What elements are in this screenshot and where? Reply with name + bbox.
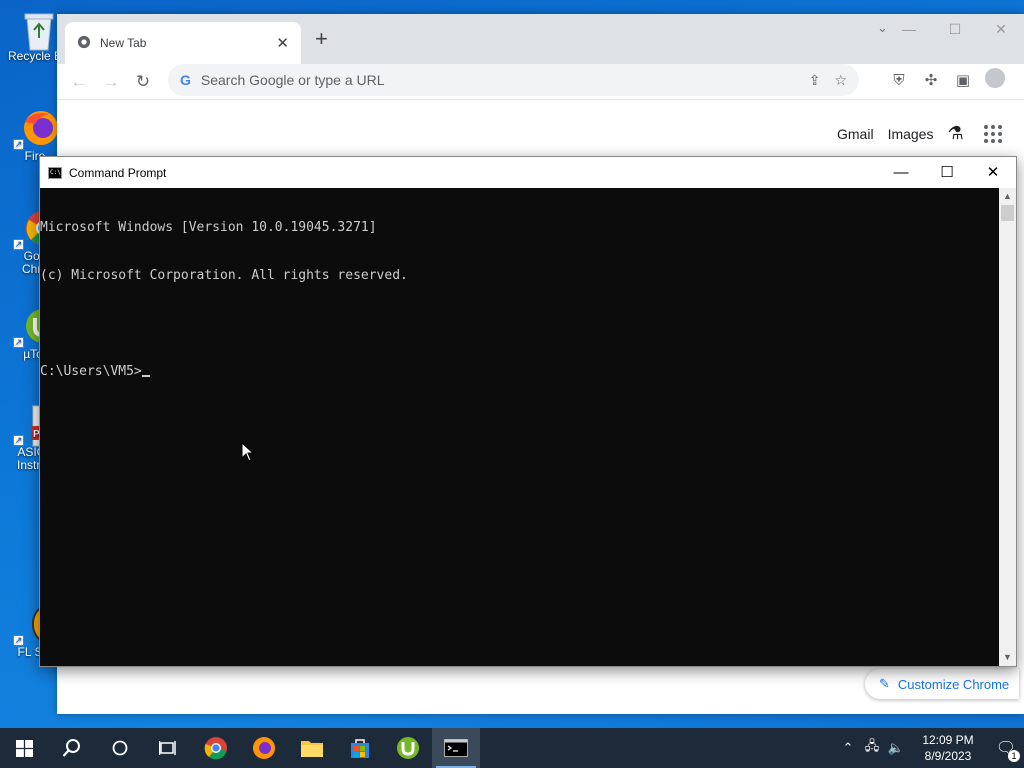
close-icon[interactable]: ✕ [978, 14, 1024, 44]
cortana-button[interactable] [96, 728, 144, 768]
cortana-circle-icon [112, 740, 128, 756]
taskbar-store[interactable] [336, 728, 384, 768]
console-prompt-line: C:\Users\VM5> [40, 364, 999, 380]
firefox-icon [253, 737, 275, 759]
cmd-title: Command Prompt [69, 165, 167, 180]
search-icon [62, 739, 80, 757]
forward-arrow-icon[interactable]: → [95, 72, 127, 92]
pencil-icon: ✎ [879, 676, 890, 691]
shortcut-arrow-icon: ↗ [13, 337, 24, 348]
chrome-window-controls: — ☐ ✕ [886, 14, 1024, 44]
gmail-link[interactable]: Gmail [837, 126, 874, 142]
share-icon[interactable]: ⇪ [809, 72, 821, 89]
clock-date: 8/9/2023 [924, 749, 972, 763]
taskbar-clock[interactable]: 12:09 PM 8/9/2023 [908, 732, 988, 764]
omnibox[interactable]: G Search Google or type a URL ⇪ ☆ [168, 64, 859, 96]
text-cursor [141, 375, 150, 377]
recycle-bin-icon [19, 8, 59, 51]
console-line: (c) Microsoft Corporation. All rights re… [40, 268, 408, 283]
ublock-shield-icon[interactable]: ⛨ [883, 72, 915, 89]
toolbar-right: ⛨ ✣ ▣ ⋮ [883, 64, 1024, 96]
new-tab-button[interactable]: + [315, 28, 328, 50]
system-tray: ⌃ 🖧 🔈 12:09 PM 8/9/2023 🗨 1 [836, 728, 1024, 768]
chrome-toolbar: ← → ↻ G Search Google or type a URL ⇪ ☆ … [57, 64, 1024, 100]
cmd-titlebar[interactable]: C:\ Command Prompt — ☐ ✕ [40, 157, 1016, 188]
clock-time: 12:09 PM [922, 733, 974, 747]
network-icon[interactable]: 🖧 [860, 737, 884, 759]
labs-flask-icon[interactable]: ⚗ [947, 123, 963, 144]
side-panel-icon[interactable]: ▣ [947, 71, 979, 89]
task-view-button[interactable] [144, 728, 192, 768]
taskbar-file-explorer[interactable] [288, 728, 336, 768]
search-button[interactable] [48, 728, 96, 768]
firefox-icon: ↗ [13, 108, 59, 150]
profile-avatar-icon[interactable] [979, 68, 1011, 92]
shortcut-arrow-icon: ↗ [13, 139, 24, 150]
console-line: Microsoft Windows [Version 10.0.19045.32… [40, 220, 377, 235]
extensions-puzzle-icon[interactable]: ✣ [915, 71, 947, 89]
taskbar-command-prompt[interactable] [432, 728, 480, 768]
cmd-app-icon [444, 739, 468, 757]
show-hidden-icons-chevron-icon[interactable]: ⌃ [836, 740, 860, 756]
tab-close-icon[interactable]: ✕ [276, 34, 289, 52]
minimize-icon[interactable]: — [878, 157, 924, 188]
windows-logo-icon [15, 739, 33, 757]
tab-new-tab[interactable]: New Tab ✕ [65, 22, 301, 64]
console-prompt: C:\Users\VM5> [40, 364, 142, 379]
google-apps-grid-icon[interactable] [983, 124, 1002, 143]
task-view-icon [159, 741, 176, 755]
cmd-console-output[interactable]: Microsoft Windows [Version 10.0.19045.32… [40, 188, 999, 666]
maximize-icon[interactable]: ☐ [924, 157, 970, 188]
volume-icon[interactable]: 🔈 [884, 740, 908, 756]
reload-icon[interactable]: ↻ [127, 72, 159, 92]
tab-title: New Tab [100, 36, 147, 50]
shortcut-arrow-icon: ↗ [13, 635, 24, 646]
close-icon[interactable]: ✕ [970, 157, 1016, 188]
taskbar-utorrent[interactable] [384, 728, 432, 768]
maximize-icon[interactable]: ☐ [932, 14, 978, 44]
folder-icon [301, 741, 323, 757]
start-button[interactable] [0, 728, 48, 768]
taskbar: ⌃ 🖧 🔈 12:09 PM 8/9/2023 🗨 1 [0, 728, 1024, 768]
customize-chrome-button[interactable]: ✎ Customize Chrome [865, 669, 1020, 699]
scroll-down-icon[interactable]: ▼ [999, 649, 1016, 666]
scrollbar-thumb[interactable] [1001, 205, 1014, 221]
cmd-scrollbar[interactable]: ▲ ▼ [999, 188, 1016, 666]
shortcut-arrow-icon: ↗ [13, 239, 24, 250]
chrome-icon [204, 737, 227, 760]
images-link[interactable]: Images [888, 126, 934, 142]
taskbar-firefox[interactable] [240, 728, 288, 768]
omnibox-placeholder: Search Google or type a URL [200, 72, 385, 88]
customize-chrome-label: Customize Chrome [897, 676, 1010, 692]
menu-kebab-icon[interactable]: ⋮ [1011, 71, 1024, 89]
google-g-icon: G [180, 72, 191, 88]
taskbar-chrome[interactable] [192, 728, 240, 768]
ntp-header-links: Gmail Images ⚗ [837, 123, 1016, 144]
bookmark-star-icon[interactable]: ☆ [834, 72, 847, 89]
scroll-up-icon[interactable]: ▲ [999, 188, 1016, 205]
minimize-icon[interactable]: — [886, 14, 932, 44]
chrome-favicon-icon [77, 35, 91, 52]
command-prompt-window: C:\ Command Prompt — ☐ ✕ Microsoft Windo… [39, 156, 1017, 667]
cmd-window-controls: — ☐ ✕ [878, 157, 1016, 188]
mouse-pointer-icon [241, 441, 255, 467]
back-arrow-icon[interactable]: ← [63, 72, 95, 92]
chrome-tabstrip: New Tab ✕ + ⌄ — ☐ ✕ [57, 14, 1024, 64]
cmd-app-icon: C:\ [48, 166, 62, 179]
utorrent-icon [397, 737, 419, 759]
shortcut-arrow-icon: ↗ [13, 435, 24, 446]
action-center-button[interactable]: 🗨 1 [988, 738, 1024, 762]
notification-count-badge: 1 [1008, 750, 1020, 762]
store-bag-icon [351, 739, 369, 758]
